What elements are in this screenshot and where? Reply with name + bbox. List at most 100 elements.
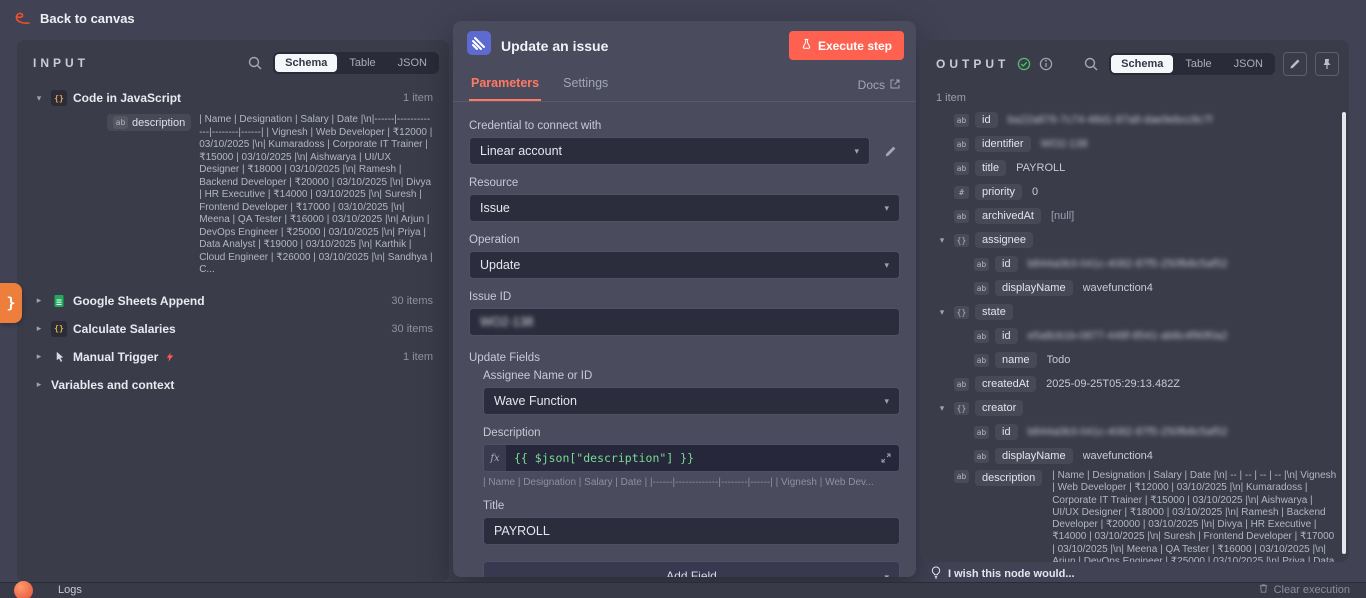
schema-field-description[interactable]: ab description | Name | Designation | Sa… [27,112,439,287]
chevron-down-icon[interactable]: ▾ [936,235,948,246]
title-input[interactable]: PAYROLL [483,517,900,545]
tab-parameters[interactable]: Parameters [469,68,541,101]
edit-credential-icon[interactable] [880,141,900,161]
logs-bar[interactable] [0,582,1366,598]
title-value: PAYROLL [494,524,550,538]
resource-select[interactable]: Issue ▾ [469,194,900,222]
tab-settings[interactable]: Settings [561,68,610,101]
object-type-icon: {} [954,234,969,247]
field-key[interactable]: id [995,256,1018,272]
output-row-description[interactable]: ab description | Name | Designation | Sa… [934,468,1337,562]
chevron-down-icon[interactable]: ▾ [33,93,45,104]
input-node-calculate-salaries[interactable]: ▸ {} Calculate Salaries 30 items [27,315,439,343]
output-row-title[interactable]: ab title PAYROLL [934,156,1337,180]
schema-preview-flag[interactable]: } [0,283,22,323]
field-key[interactable]: identifier [975,136,1031,152]
output-row-assignee[interactable]: ▾ {} assignee [934,228,1337,252]
operation-select[interactable]: Update ▾ [469,251,900,279]
chevron-down-icon[interactable]: ▾ [936,307,948,318]
field-key[interactable]: id [995,328,1018,344]
chevron-right-icon[interactable]: ▸ [33,295,45,306]
chevron-right-icon[interactable]: ▸ [33,351,45,362]
string-type-icon: ab [954,162,969,175]
output-row-state-name[interactable]: ab name Todo [934,348,1337,372]
field-key[interactable]: id [995,424,1018,440]
field-key[interactable]: description [975,470,1042,486]
output-row-assignee-id[interactable]: ab id b844a0b3-041c-4082-87f5-250fb8c5af… [934,252,1337,276]
tab-schema[interactable]: Schema [1111,55,1173,73]
assignee-label: Assignee Name or ID [483,370,900,382]
field-value: wavefunction4 [1083,282,1153,294]
field-key[interactable]: assignee [975,232,1033,248]
output-row-creator-displayName[interactable]: ab displayName wavefunction4 [934,444,1337,468]
chevron-down-icon[interactable]: ▾ [936,403,948,414]
run-info-icon[interactable] [1039,57,1053,71]
issue-id-input[interactable]: WO2-138 [469,308,900,336]
output-row-createdAt[interactable]: ab createdAt 2025-09-25T05:29:13.482Z [934,372,1337,396]
string-type-icon: ab [954,470,969,483]
edit-output-button[interactable] [1283,52,1307,76]
string-type-icon: ab [974,258,989,271]
output-row-creator[interactable]: ▾ {} creator [934,396,1337,420]
output-scrollbar[interactable] [1342,112,1346,554]
output-row-assignee-displayName[interactable]: ab displayName wavefunction4 [934,276,1337,300]
field-key[interactable]: name [995,352,1037,368]
node-title: Update an issue [501,38,779,54]
description-expression-input[interactable]: fx {{ $json["description"] }} [483,444,900,472]
expression-value[interactable]: {{ $json["description"] }} [506,451,873,465]
docs-link[interactable]: Docs [858,78,900,92]
execute-step-button[interactable]: Execute step [789,31,904,60]
chevron-right-icon[interactable]: ▸ [33,323,45,334]
chevron-right-icon[interactable]: ▸ [33,379,45,390]
add-field-button[interactable]: Add Field ▾ [483,561,900,577]
clear-execution-button[interactable]: Clear execution [1258,583,1350,597]
expression-fx-icon[interactable]: fx [484,445,506,471]
input-node-google-sheets-append[interactable]: ▸ Google Sheets Append 30 items [27,287,439,315]
input-node-variables-and-context[interactable]: ▸ Variables and context [27,371,439,399]
output-row-creator-id[interactable]: ab id b844a0b3-041c-4082-87f5-250fb8c5af… [934,420,1337,444]
tab-table[interactable]: Table [1175,55,1221,73]
output-row-identifier[interactable]: ab identifier WO2-138 [934,132,1337,156]
field-key[interactable]: id [975,112,998,128]
pin-data-button[interactable] [1315,52,1339,76]
tab-json[interactable]: JSON [388,54,437,72]
node-feedback-link[interactable]: I wish this node would... [930,566,1075,582]
field-value: b844a0b3-041c-4082-87f5-250fb8c5af52 [1028,258,1228,270]
input-node-code-in-javascript[interactable]: ▾ {} Code in JavaScript 1 item [27,84,439,112]
output-row-state[interactable]: ▾ {} state [934,300,1337,324]
logs-toggle[interactable]: Logs [58,584,82,596]
expression-preview: | Name | Designation | Salary | Date | |… [483,477,900,488]
string-type-icon: ab [954,378,969,391]
field-key[interactable]: state [975,304,1013,320]
field-key[interactable]: priority [975,184,1022,200]
tab-json[interactable]: JSON [1224,55,1273,73]
string-type-icon: ab [974,354,989,367]
output-row-archivedAt[interactable]: ab archivedAt [null] [934,204,1337,228]
string-type-icon: ab [954,210,969,223]
field-chip[interactable]: ab description [107,114,191,131]
field-key[interactable]: title [975,160,1006,176]
input-node-manual-trigger[interactable]: ▸ Manual Trigger 1 item [27,343,439,371]
assignee-select[interactable]: Wave Function ▾ [483,387,900,415]
user-avatar[interactable] [14,581,33,598]
tab-table[interactable]: Table [339,54,385,72]
output-row-id[interactable]: ab id ba22a876-7c74-48d1-87a8-dae9ebcc8c… [934,108,1337,132]
field-key[interactable]: creator [975,400,1023,416]
output-row-priority[interactable]: # priority 0 [934,180,1337,204]
field-key[interactable]: createdAt [975,376,1036,392]
field-key[interactable]: archivedAt [975,208,1041,224]
back-to-canvas-link[interactable]: Back to canvas [40,11,135,26]
field-key[interactable]: displayName [995,448,1073,464]
search-icon[interactable] [245,53,265,73]
credential-select[interactable]: Linear account ▾ [469,137,870,165]
field-value: 2025-09-25T05:29:13.482Z [1046,378,1180,390]
description-label: Description [483,427,900,439]
output-row-state-id[interactable]: ab id e5a8cb1b-0877-448f-8541-ab8c4f90f0… [934,324,1337,348]
search-icon[interactable] [1081,54,1101,74]
tab-schema[interactable]: Schema [275,54,337,72]
expand-expression-icon[interactable] [873,453,899,463]
clear-execution-label: Clear execution [1274,584,1350,596]
title-label: Title [483,500,900,512]
input-display-mode-tabs: Schema Table JSON [273,52,439,74]
field-key[interactable]: displayName [995,280,1073,296]
